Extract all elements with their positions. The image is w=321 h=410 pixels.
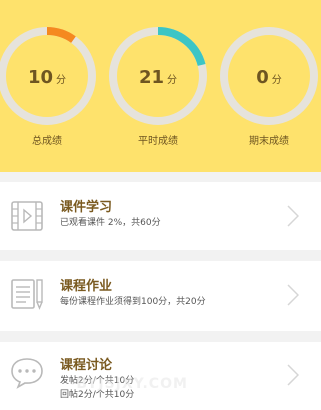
chevron-right-icon bbox=[287, 284, 299, 306]
total-score-ring: 10 分 bbox=[0, 26, 97, 126]
final-score-ring: 0分 bbox=[219, 26, 319, 126]
courseware-card[interactable]: 课件学习 已观看课件 2%，共60分 bbox=[0, 182, 321, 250]
chevron-right-icon bbox=[287, 205, 299, 227]
homework-card[interactable]: 课程作业 每份课程作业须得到100分，共20分 bbox=[0, 261, 321, 331]
homework-icon bbox=[9, 276, 45, 312]
total-score-label: 总成绩 bbox=[32, 136, 62, 147]
discussion-title: 课程讨论 bbox=[60, 358, 113, 373]
homework-title: 课程作业 bbox=[60, 279, 113, 294]
watermark: ·BYJSJXY.COM bbox=[70, 376, 188, 392]
total-score-value: 10 分 bbox=[27, 67, 67, 88]
score-panel: 10 分 总成绩 21 分 平时成绩 0分 期末成绩 bbox=[0, 0, 321, 172]
regular-score-value: 21 分 bbox=[138, 67, 178, 88]
final-score-label: 期末成绩 bbox=[249, 136, 289, 147]
courseware-progress-text: 已观看课件 2%，共60分 bbox=[60, 218, 161, 228]
homework-requirement-text: 每份课程作业须得到100分，共20分 bbox=[60, 297, 206, 307]
courseware-title: 课件学习 bbox=[60, 200, 113, 215]
regular-score-ring: 21 分 bbox=[108, 26, 208, 126]
discussion-icon bbox=[9, 354, 45, 390]
final-score-value: 0分 bbox=[256, 67, 282, 88]
video-icon bbox=[9, 198, 45, 234]
regular-score-label: 平时成绩 bbox=[138, 136, 178, 147]
chevron-right-icon bbox=[287, 364, 299, 386]
